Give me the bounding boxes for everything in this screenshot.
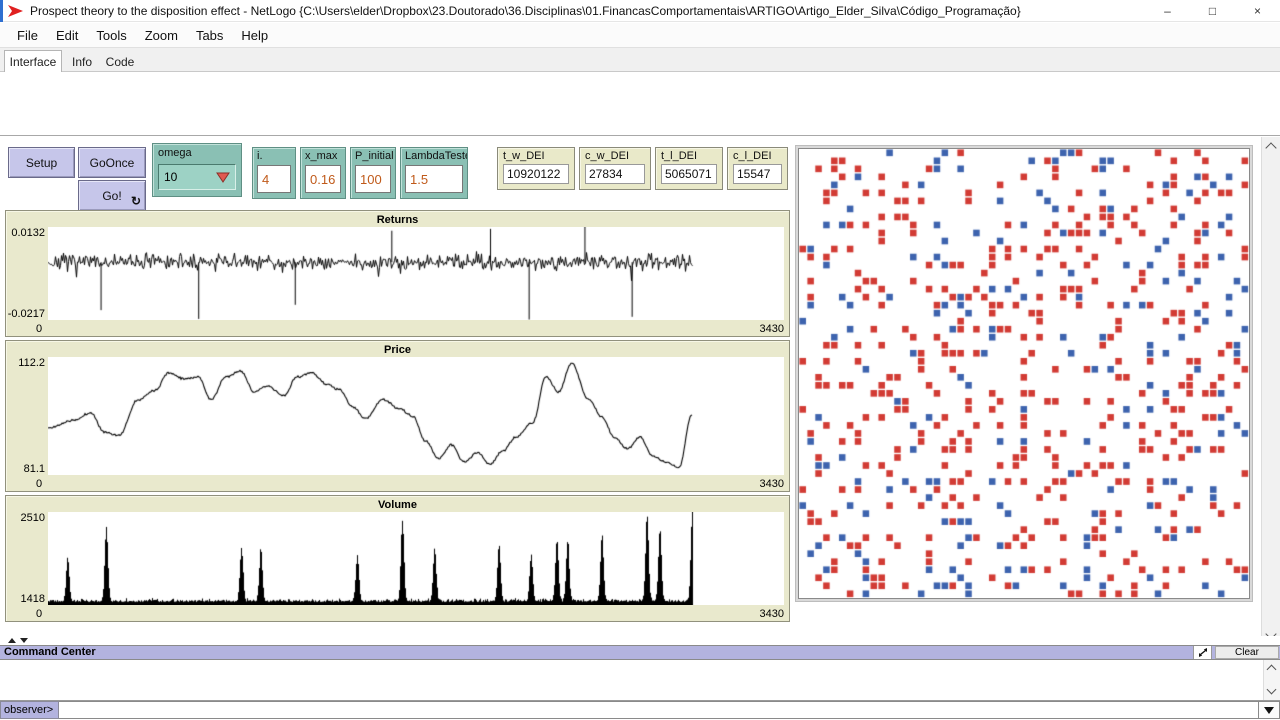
y-max-label: 112.2 xyxy=(18,357,45,369)
monitor-t-w-dei: t_w_DEI 10920122 xyxy=(497,147,575,190)
menu-zoom[interactable]: Zoom xyxy=(136,25,187,46)
input-x-max[interactable]: x_max 0.16 xyxy=(300,147,346,199)
command-center-title: Command Center xyxy=(0,646,1280,659)
plot-price-title: Price xyxy=(6,341,789,357)
monitor-label: c_l_DEI xyxy=(728,148,787,162)
menu-tools[interactable]: Tools xyxy=(87,25,135,46)
go-button[interactable]: Go! ↻ xyxy=(78,180,146,211)
menu-tabs[interactable]: Tabs xyxy=(187,25,232,46)
detach-button[interactable] xyxy=(1193,646,1212,659)
x-min-label: 0 xyxy=(36,323,42,335)
x-min-label: 0 xyxy=(36,608,42,620)
scroll-up-icon[interactable] xyxy=(1267,665,1277,675)
maximize-button[interactable]: □ xyxy=(1190,0,1235,22)
netlogo-window: Prospect theory to the disposition effec… xyxy=(0,0,1280,720)
accent-strip xyxy=(0,0,3,22)
y-max-label: 2510 xyxy=(21,512,45,524)
world-view-frame xyxy=(795,145,1253,602)
input-p-initial-field[interactable]: 100 xyxy=(355,165,391,193)
interface-canvas: Setup GoOnce Go! ↻ omega 10 i. 4 x_max 0… xyxy=(0,137,1280,645)
x-min-label: 0 xyxy=(36,478,42,490)
setup-button[interactable]: Setup xyxy=(8,147,75,178)
monitor-value: 10920122 xyxy=(503,164,569,184)
output-scrollbar[interactable] xyxy=(1263,660,1280,700)
omega-value: 10 xyxy=(164,170,177,184)
y-max-label: 0.0132 xyxy=(11,227,45,239)
go-button-label: Go! xyxy=(102,189,121,203)
chooser-triangle-icon xyxy=(216,172,230,183)
monitor-label: t_l_DEI xyxy=(656,148,722,162)
plot-returns: Returns 0.0132 -0.0217 0 3430 xyxy=(5,210,790,337)
menu-file[interactable]: File xyxy=(8,25,47,46)
minimize-button[interactable]: – xyxy=(1145,0,1190,22)
monitor-label: t_w_DEI xyxy=(498,148,574,162)
menu-edit[interactable]: Edit xyxy=(47,25,87,46)
command-center-output xyxy=(0,660,1280,701)
input-x-max-field[interactable]: 0.16 xyxy=(305,165,341,193)
splitter-up-icon[interactable] xyxy=(8,638,16,643)
command-center-header: Command Center Clear xyxy=(0,646,1280,660)
go-once-button[interactable]: GoOnce xyxy=(78,147,146,178)
monitor-value: 5065071 xyxy=(661,164,717,184)
triangle-down-icon xyxy=(1264,707,1274,714)
input-p-initial[interactable]: P_initial 100 xyxy=(350,147,396,199)
expand-arrows-icon xyxy=(1198,648,1208,657)
monitor-value: 27834 xyxy=(585,164,645,184)
tab-interface[interactable]: Interface xyxy=(4,50,62,72)
command-input[interactable] xyxy=(59,701,1258,719)
scroll-down-icon[interactable] xyxy=(1267,685,1277,695)
omega-label: omega xyxy=(153,144,241,159)
y-min-label: 1418 xyxy=(21,593,45,605)
input-i[interactable]: i. 4 xyxy=(252,147,296,199)
y-min-label: -0.0217 xyxy=(8,308,45,320)
input-lambda-teste-label: LambdaTeste xyxy=(401,148,467,162)
tab-code[interactable]: Code xyxy=(100,51,140,72)
netlogo-logo-icon xyxy=(8,4,24,18)
window-title: Prospect theory to the disposition effec… xyxy=(30,4,1021,18)
volume-plot-area xyxy=(48,512,784,605)
plot-volume-title: Volume xyxy=(6,496,789,512)
input-lambda-teste-field[interactable]: 1.5 xyxy=(405,165,463,193)
clear-button[interactable]: Clear xyxy=(1215,646,1279,659)
monitor-c-l-dei: c_l_DEI 15547 xyxy=(727,147,788,190)
input-x-max-label: x_max xyxy=(301,148,345,162)
tab-info[interactable]: Info xyxy=(64,51,100,72)
x-max-label: 3430 xyxy=(760,478,784,490)
close-button[interactable]: × xyxy=(1235,0,1280,22)
x-max-label: 3430 xyxy=(760,323,784,335)
monitor-c-w-dei: c_w_DEI 27834 xyxy=(579,147,651,190)
input-i-field[interactable]: 4 xyxy=(257,165,291,193)
omega-dropdown[interactable]: 10 xyxy=(158,164,236,190)
returns-plot-area xyxy=(48,227,784,320)
price-plot-area xyxy=(48,357,784,475)
command-center: Command Center Clear observer> xyxy=(0,645,1280,720)
observer-prompt: observer> xyxy=(0,701,59,719)
history-dropdown-button[interactable] xyxy=(1258,701,1280,719)
splitter-down-icon[interactable] xyxy=(20,638,28,643)
menu-bar: File Edit Tools Zoom Tabs Help xyxy=(0,23,1280,48)
plot-returns-title: Returns xyxy=(6,211,789,227)
y-min-label: 81.1 xyxy=(24,463,45,475)
plot-volume: Volume 2510 1418 0 3430 xyxy=(5,495,790,622)
interface-toolbar: Edit Delete + Add *abc Button normal spe… xyxy=(0,72,1280,136)
vertical-scrollbar[interactable] xyxy=(1261,137,1280,645)
command-center-splitter[interactable] xyxy=(0,636,1280,645)
omega-chooser[interactable]: omega 10 xyxy=(152,143,242,197)
x-max-label: 3430 xyxy=(760,608,784,620)
input-p-initial-label: P_initial xyxy=(351,148,395,162)
title-bar: Prospect theory to the disposition effec… xyxy=(0,0,1280,22)
scroll-up-icon[interactable] xyxy=(1265,142,1276,153)
command-input-row: observer> xyxy=(0,701,1280,719)
monitor-value: 15547 xyxy=(733,164,782,184)
plot-price: Price 112.2 81.1 0 3430 xyxy=(5,340,790,492)
menu-help[interactable]: Help xyxy=(232,25,277,46)
world-view[interactable] xyxy=(799,149,1249,598)
monitor-t-l-dei: t_l_DEI 5065071 xyxy=(655,147,723,190)
tab-bar: Interface Info Code xyxy=(0,48,1280,72)
input-lambda-teste[interactable]: LambdaTeste 1.5 xyxy=(400,147,468,199)
forever-loop-icon: ↻ xyxy=(131,194,141,208)
monitor-label: c_w_DEI xyxy=(580,148,650,162)
input-i-label: i. xyxy=(253,148,295,162)
